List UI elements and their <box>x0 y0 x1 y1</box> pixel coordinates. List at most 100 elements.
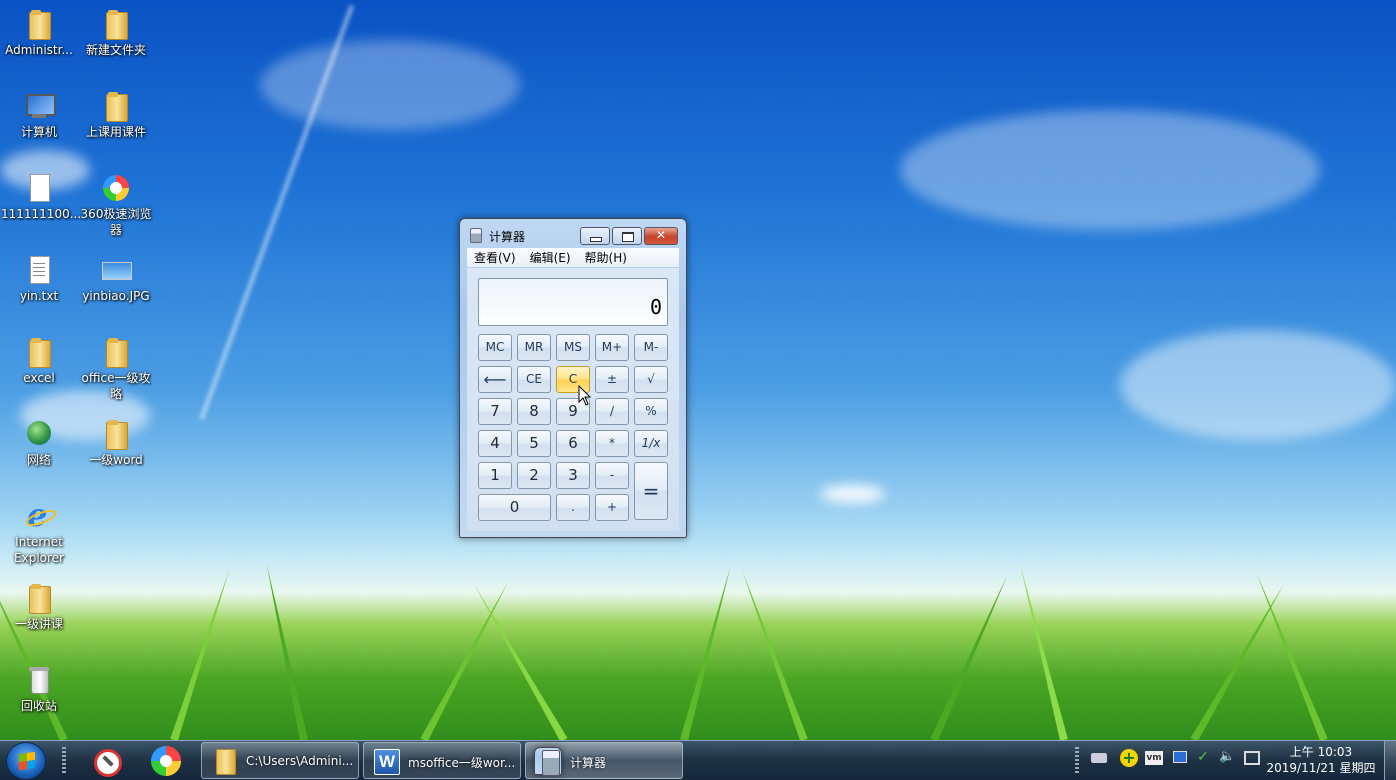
taskbar-item-label: 计算器 <box>570 756 607 770</box>
desktop-icon-recycle-bin[interactable]: 回收站 <box>1 664 77 714</box>
grass-blade <box>470 582 568 742</box>
desktop-icon-administrator[interactable]: Administr... <box>1 8 77 58</box>
desktop-icon-new-folder[interactable]: 新建文件夹 <box>78 8 154 58</box>
minimize-button[interactable] <box>580 227 610 245</box>
volume-icon[interactable] <box>1218 749 1236 767</box>
folder-icon <box>100 8 132 40</box>
key-decimal[interactable]: . <box>556 494 590 521</box>
folder-icon <box>23 582 55 614</box>
desktop-icon-label: yinbiao.JPG <box>82 289 150 303</box>
key-reciprocal[interactable]: 1/x <box>634 430 668 457</box>
key-divide[interactable]: / <box>595 398 629 425</box>
key-8[interactable]: 8 <box>517 398 551 425</box>
desktop-icon-360-browser[interactable]: 360极速浏览器 <box>78 172 154 238</box>
start-button[interactable] <box>6 742 46 780</box>
desktop-icon-lecture[interactable]: 一级讲课 <box>1 582 77 632</box>
key-multiply[interactable]: * <box>595 430 629 457</box>
key-minus[interactable]: - <box>595 462 629 489</box>
menu-help[interactable]: 帮助(H) <box>585 249 627 266</box>
desktop-icon-label: 360极速浏览器 <box>80 207 152 237</box>
calculator-body: 0 MC MR MS M+ M- ⟵ CE C ± √ 7 8 9 / % 4 … <box>467 268 679 531</box>
system-clock[interactable]: 上午 10:03 2019/11/21 星期四 <box>1262 744 1380 776</box>
lan-connection-icon[interactable] <box>1242 749 1260 767</box>
desktop-icon-label: excel <box>23 371 55 385</box>
desktop-icon-network[interactable]: 网络 <box>1 418 77 468</box>
calculator-window[interactable]: 计算器 查看(V) 编辑(E) 帮助(H) 0 MC MR MS M+ M- ⟵… <box>459 218 687 538</box>
key-equals[interactable]: = <box>634 462 668 520</box>
key-7[interactable]: 7 <box>478 398 512 425</box>
folder-icon <box>100 336 132 368</box>
tray-grip[interactable] <box>1075 747 1079 775</box>
grass-blade <box>930 573 1011 742</box>
desktop-icon-label: 网络 <box>26 453 51 467</box>
desktop-icon-document[interactable]: 111111100... <box>1 172 81 222</box>
taskbar-grip[interactable] <box>62 747 66 775</box>
recycle-bin-icon <box>23 664 55 696</box>
desktop-icon-yin-txt[interactable]: yin.txt <box>1 254 77 304</box>
desktop-icon-office-guide[interactable]: office一级攻略 <box>78 336 154 402</box>
taskbar-item-word[interactable]: msoffice一级wor... <box>363 742 521 779</box>
show-desktop-button[interactable] <box>1384 741 1396 780</box>
key-plus-minus[interactable]: ± <box>595 366 629 393</box>
key-backspace[interactable]: ⟵ <box>478 366 512 393</box>
quicklaunch-tool-icon[interactable] <box>88 745 124 777</box>
taskbar-item-calculator[interactable]: 计算器 <box>525 742 683 779</box>
grass-blade <box>1252 571 1328 742</box>
key-4[interactable]: 4 <box>478 430 512 457</box>
key-percent[interactable]: % <box>634 398 668 425</box>
desktop-icon-label: Administr... <box>5 43 73 57</box>
desktop-icon-word-level1[interactable]: 一级word <box>78 418 154 468</box>
key-m-minus[interactable]: M- <box>634 334 668 361</box>
title-bar[interactable]: 计算器 <box>460 219 686 247</box>
key-0[interactable]: 0 <box>478 494 551 521</box>
menu-view[interactable]: 查看(V) <box>474 249 516 266</box>
desktop-icon-label: 回收站 <box>20 699 57 713</box>
key-3[interactable]: 3 <box>556 462 590 489</box>
display-value: 0 <box>649 295 662 319</box>
computer-icon <box>23 90 56 122</box>
key-plus[interactable]: + <box>595 494 629 521</box>
maximize-button[interactable] <box>612 227 642 245</box>
key-5[interactable]: 5 <box>517 430 551 457</box>
desktop-icon-excel[interactable]: excel <box>1 336 77 386</box>
key-sqrt[interactable]: √ <box>634 366 668 393</box>
key-mc[interactable]: MC <box>478 334 512 361</box>
key-2[interactable]: 2 <box>517 462 551 489</box>
taskbar-item-label: C:\Users\Admini... <box>246 754 354 768</box>
keyboard-icon[interactable] <box>1090 749 1108 767</box>
key-ce[interactable]: CE <box>517 366 551 393</box>
quicklaunch-360-browser-icon[interactable] <box>148 745 184 777</box>
folder-icon <box>100 90 132 122</box>
cloud <box>1120 330 1396 440</box>
calculator-display: 0 <box>478 278 668 326</box>
desktop-icon-courseware[interactable]: 上课用课件 <box>78 90 154 140</box>
clock-date: 2019/11/21 星期四 <box>1266 761 1376 775</box>
key-m-plus[interactable]: M+ <box>595 334 629 361</box>
network-tray-icon[interactable] <box>1170 749 1188 767</box>
grass-blade <box>420 579 513 742</box>
key-1[interactable]: 1 <box>478 462 512 489</box>
vmware-tray-icon[interactable] <box>1145 749 1163 767</box>
cloud <box>820 485 885 503</box>
desktop-icon-label: 一级讲课 <box>14 617 63 631</box>
desktop-icon-label: office一级攻略 <box>81 371 151 401</box>
key-6[interactable]: 6 <box>556 430 590 457</box>
security-tray-icon[interactable] <box>1194 749 1212 767</box>
document-icon <box>23 172 55 204</box>
calculator-app-icon[interactable] <box>470 228 482 243</box>
folder-icon <box>100 418 132 450</box>
desktop-icon-computer[interactable]: 计算机 <box>1 90 77 140</box>
desktop-icon-internet-explorer[interactable]: Internet Explorer <box>1 496 77 566</box>
folder-icon <box>210 747 238 775</box>
close-button[interactable] <box>644 227 678 245</box>
taskbar-item-explorer[interactable]: C:\Users\Admini... <box>201 742 359 779</box>
image-file-icon <box>100 254 132 286</box>
key-mr[interactable]: MR <box>517 334 551 361</box>
windows-logo-icon <box>19 751 35 771</box>
key-ms[interactable]: MS <box>556 334 590 361</box>
cloud <box>260 40 520 130</box>
add-tray-icon[interactable]: + <box>1120 749 1138 767</box>
menu-edit[interactable]: 编辑(E) <box>530 249 571 266</box>
desktop-icon-yinbiao-jpg[interactable]: yinbiao.JPG <box>78 254 154 304</box>
word-icon <box>372 747 400 775</box>
